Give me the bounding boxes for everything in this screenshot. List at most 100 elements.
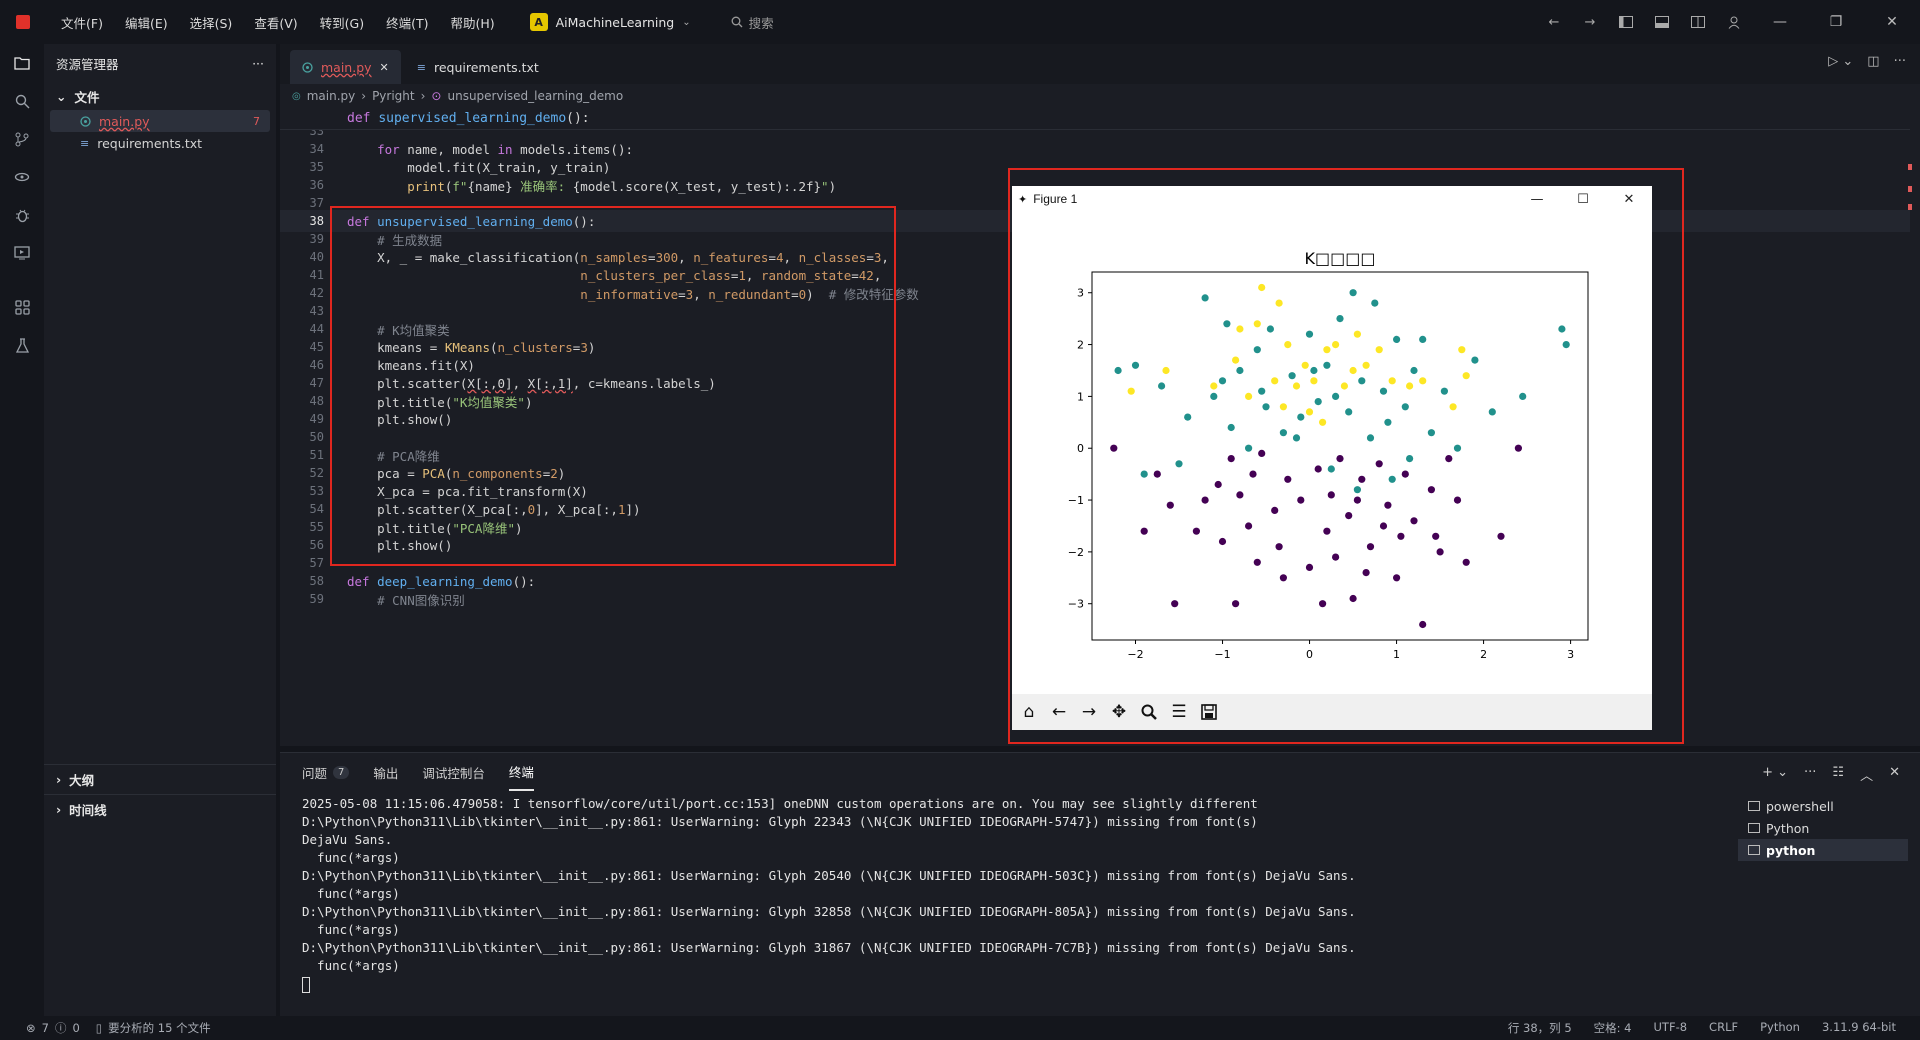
tab-debug-console[interactable]: 调试控制台 [422, 753, 485, 791]
scatter-point [1375, 460, 1383, 468]
restore-window-button[interactable]: ❐ [1808, 0, 1864, 44]
forward-arrow-icon[interactable]: → [1580, 12, 1600, 32]
source-control-icon[interactable] [0, 120, 44, 158]
home-icon[interactable]: ⌂ [1016, 699, 1042, 725]
close-icon[interactable]: ✕ [380, 61, 389, 74]
terminal-item-python-active[interactable]: python [1738, 839, 1908, 861]
scatter-point [1458, 346, 1466, 354]
extensions-icon[interactable] [0, 288, 44, 326]
run-icon[interactable]: ▷ ⌄ [1828, 54, 1853, 69]
tab-label: requirements.txt [433, 59, 539, 75]
close-window-button[interactable]: ✕ [1864, 0, 1920, 44]
terminal-output[interactable]: 2025-05-08 11:15:06.479058: I tensorflow… [302, 795, 1802, 993]
scatter-point [1440, 387, 1448, 395]
python-interpreter[interactable]: 3.11.9 64-bit [1822, 1020, 1896, 1036]
scatter-point [1406, 382, 1414, 390]
command-search[interactable]: 搜索 [731, 13, 774, 32]
run-monitor-icon[interactable] [0, 234, 44, 272]
tab-terminal[interactable]: 终端 [508, 753, 534, 791]
chevron-down-icon: ⌄ [56, 88, 67, 104]
tree-file-main-py[interactable]: main.py 7 [50, 110, 270, 132]
scatter-point [1310, 377, 1318, 385]
scatter-point [1436, 548, 1444, 556]
breadcrumb-item[interactable]: unsupervised_learning_demo [447, 89, 623, 103]
line-number: 52 [309, 466, 324, 480]
menu-terminal[interactable]: 终端(T) [375, 13, 439, 32]
status-left[interactable]: ⊗ 7 ⓘ 0 ▯ 要分析的 15 个文件 [0, 1020, 211, 1036]
tab-problems[interactable]: 问题 7 [302, 753, 350, 791]
editor-tabs: main.py ✕ ≡ requirements.txt [280, 44, 1920, 84]
scatter-point [1449, 403, 1457, 411]
line-number: 51 [309, 448, 324, 462]
scatter-point [1345, 512, 1353, 520]
menu-view[interactable]: 查看(V) [243, 13, 308, 32]
figure-minimize-button[interactable]: — [1514, 186, 1560, 212]
debug-icon[interactable] [0, 196, 44, 234]
more-actions-icon[interactable]: ··· [1804, 765, 1816, 784]
tab-output[interactable]: 输出 [373, 753, 398, 791]
tree-file-requirements[interactable]: ≡ requirements.txt [50, 132, 270, 154]
breadcrumb-item[interactable]: main.py [307, 89, 356, 103]
split-editor-icon[interactable]: ◫ [1867, 54, 1879, 69]
menu-help[interactable]: 帮助(H) [439, 13, 505, 32]
menu-file[interactable]: 文件(F) [50, 13, 114, 32]
outline-section[interactable]: › 大纲 [44, 764, 276, 794]
tab-requirements[interactable]: ≡ requirements.txt [405, 50, 551, 84]
scatter-point [1327, 491, 1335, 499]
scatter-point [1201, 496, 1209, 504]
menu-edit[interactable]: 编辑(E) [114, 13, 179, 32]
close-panel-icon[interactable]: ✕ [1889, 765, 1900, 784]
terminal-item-python[interactable]: Python [1738, 817, 1908, 839]
account-icon[interactable] [1724, 12, 1744, 32]
minimize-window-button[interactable]: — [1752, 0, 1808, 44]
toggle-sidebar-icon[interactable] [1616, 12, 1636, 32]
figure-toolbar: ⌂ ← → ✥ ☰ [1012, 694, 1652, 730]
scatter-point [1253, 558, 1261, 566]
x-tick-label: −2 [1127, 648, 1143, 661]
cursor-position[interactable]: 行 38，列 5 [1508, 1020, 1572, 1036]
zoom-icon[interactable] [1136, 699, 1162, 725]
more-actions-icon[interactable]: ··· [252, 56, 264, 71]
line-number: 49 [309, 412, 324, 426]
title-bar: 文件(F) 编辑(E) 选择(S) 查看(V) 转到(G) 终端(T) 帮助(H… [0, 0, 1920, 44]
terminal-item-powershell[interactable]: powershell [1738, 795, 1908, 817]
maximize-panel-icon[interactable]: ︿ [1860, 765, 1873, 784]
menu-selection[interactable]: 选择(S) [179, 13, 244, 32]
scatter-point [1305, 408, 1314, 416]
terminal-layout-icon[interactable]: ☷ [1832, 765, 1844, 784]
scatter-point [1558, 325, 1566, 333]
line-ending[interactable]: CRLF [1709, 1020, 1738, 1036]
breadcrumb-item[interactable]: Pyright [372, 89, 415, 103]
forward-arrow-icon[interactable]: → [1076, 699, 1102, 725]
back-arrow-icon[interactable]: ← [1544, 12, 1564, 32]
scatter-point [1462, 558, 1470, 566]
toggle-secondary-sidebar-icon[interactable] [1688, 12, 1708, 32]
scatter-plot[interactable]: K□□□□ −2 −1 0 1 2 3 3 2 1 0 −1 −2 −3 [1012, 212, 1652, 694]
save-icon[interactable] [1196, 699, 1222, 725]
new-terminal-icon[interactable]: + ⌄ [1762, 765, 1788, 784]
figure-close-button[interactable]: ✕ [1606, 186, 1652, 212]
scatter-point [1262, 403, 1270, 411]
figure-maximize-button[interactable]: ☐ [1560, 186, 1606, 212]
timeline-section[interactable]: › 时间线 [44, 794, 276, 824]
testing-flask-icon[interactable] [0, 326, 44, 364]
pan-icon[interactable]: ✥ [1106, 699, 1132, 725]
tree-section-files[interactable]: ⌄ 文件 [44, 82, 276, 110]
encoding[interactable]: UTF-8 [1654, 1020, 1688, 1036]
scatter-point [1462, 372, 1470, 380]
tab-main-py[interactable]: main.py ✕ [290, 50, 401, 84]
line-number: 59 [309, 592, 324, 606]
search-icon[interactable] [0, 82, 44, 120]
project-name: AiMachineLearning [555, 14, 675, 30]
line-number: 56 [309, 538, 324, 552]
project-switcher[interactable]: A AiMachineLearning ⌄ [529, 13, 691, 31]
more-actions-icon[interactable]: ··· [1894, 54, 1906, 69]
back-arrow-icon[interactable]: ← [1046, 699, 1072, 725]
indentation[interactable]: 空格: 4 [1594, 1020, 1632, 1036]
toggle-panel-icon[interactable] [1652, 12, 1672, 32]
explorer-icon[interactable] [0, 44, 44, 82]
language-mode[interactable]: Python [1760, 1020, 1800, 1036]
remote-explorer-icon[interactable] [0, 158, 44, 196]
configure-subplots-icon[interactable]: ☰ [1166, 699, 1192, 725]
menu-go[interactable]: 转到(G) [309, 13, 375, 32]
